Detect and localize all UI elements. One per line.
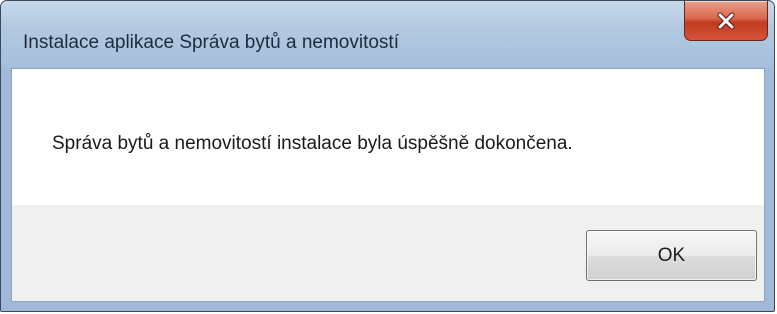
message-text: Správa bytů a nemovitostí instalace byla… bbox=[52, 133, 573, 154]
close-icon bbox=[717, 12, 735, 29]
ok-button[interactable]: OK bbox=[586, 230, 757, 281]
title-bar[interactable]: Instalace aplikace Správa bytů a nemovit… bbox=[1, 1, 774, 67]
dialog-client-area: Správa bytů a nemovitostí instalace byla… bbox=[11, 68, 765, 302]
window-title: Instalace aplikace Správa bytů a nemovit… bbox=[23, 32, 399, 53]
message-panel: Správa bytů a nemovitostí instalace byla… bbox=[12, 69, 764, 205]
dialog-window: Instalace aplikace Správa bytů a nemovit… bbox=[0, 0, 775, 312]
close-button[interactable] bbox=[684, 1, 768, 41]
